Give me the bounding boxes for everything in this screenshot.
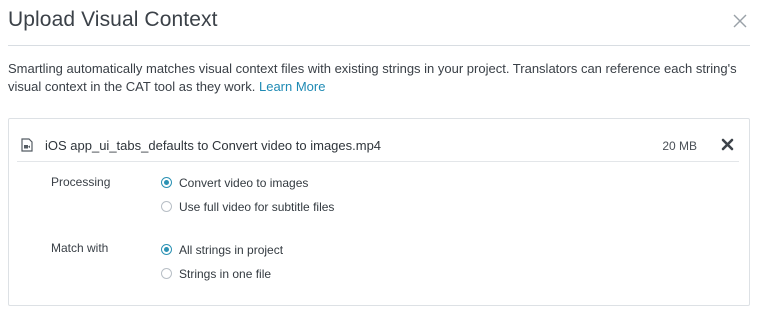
file-row: iOS app_ui_tabs_defaults to Convert vide… (9, 119, 749, 161)
close-icon[interactable] (731, 12, 749, 30)
option-label: All strings in project (179, 243, 284, 257)
radio-selected[interactable] (161, 244, 172, 255)
file-card: iOS app_ui_tabs_defaults to Convert vide… (8, 118, 750, 306)
radio-selected[interactable] (161, 177, 172, 188)
dialog-title: Upload Visual Context (8, 8, 218, 31)
radio-unselected[interactable] (161, 201, 172, 212)
file-name: iOS app_ui_tabs_defaults to Convert vide… (45, 138, 382, 153)
option-label: Convert video to images (179, 176, 309, 190)
option-label: Use full video for subtitle files (179, 200, 335, 214)
description-text: Smartling automatically matches visual c… (8, 61, 737, 94)
learn-more-link[interactable]: Learn More (259, 79, 325, 94)
radio-unselected[interactable] (161, 268, 172, 279)
processing-label: Processing (51, 175, 111, 189)
option-label: Strings in one file (179, 267, 272, 281)
file-divider (17, 161, 739, 162)
header-divider (8, 45, 750, 46)
match-with-label: Match with (51, 241, 109, 255)
file-size: 20 MB (662, 139, 697, 153)
dialog-header: Upload Visual Context (0, 0, 762, 46)
video-file-icon (20, 138, 34, 152)
remove-icon[interactable] (721, 138, 734, 151)
dialog-description: Smartling automatically matches visual c… (8, 60, 750, 96)
